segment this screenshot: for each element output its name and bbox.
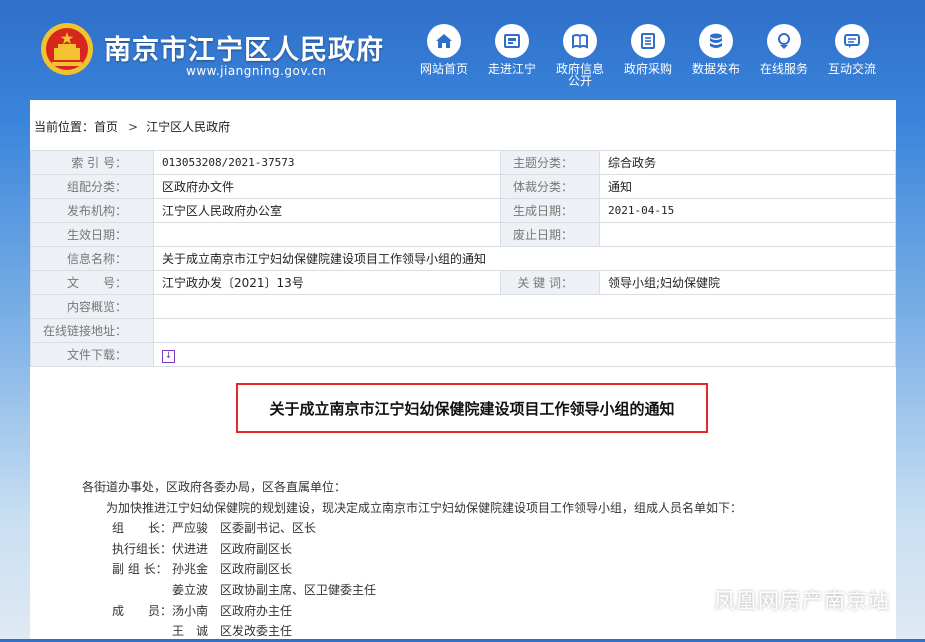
abolish-date-value bbox=[599, 222, 896, 247]
member-role: 副 组 长： bbox=[112, 562, 168, 577]
nav-label: 数据发布 bbox=[691, 62, 740, 76]
member-row: 执行组长：伏进进 区政府副区长 bbox=[82, 539, 742, 560]
member-name: 孙兆金 区政府副区长 bbox=[172, 562, 293, 577]
online-link-label: 在线链接地址： bbox=[30, 318, 154, 343]
genre-label: 体裁分类： bbox=[500, 174, 600, 199]
breadcrumb-prefix: 当前位置： bbox=[34, 120, 95, 134]
member-name: 姜立波 区政协副主席、区卫健委主任 bbox=[172, 582, 377, 597]
member-row: 副 组 长： 孙兆金 区政府副区长 bbox=[82, 559, 742, 580]
member-row: 组 长：严应骏 区委副书记、区长 bbox=[82, 518, 742, 539]
wechat-icon bbox=[676, 589, 706, 611]
nav-item-home[interactable]: 网站首页 bbox=[410, 24, 478, 75]
keyword-value: 领导小组;妇幼保健院 bbox=[599, 270, 896, 295]
document-metadata-table: 索 引 号： 013053208/2021-37573 主题分类： 综合政务 组… bbox=[30, 150, 896, 367]
keyword-label: 关 键 词： bbox=[500, 270, 600, 295]
topic-value: 综合政务 bbox=[599, 150, 896, 175]
online-link-value[interactable] bbox=[153, 318, 896, 343]
breadcrumb-home[interactable]: 首页 bbox=[94, 118, 118, 135]
group-label: 组配分类： bbox=[30, 174, 154, 199]
effective-date-label: 生效日期： bbox=[30, 222, 154, 247]
watermark: 凤凰网房产南京站 bbox=[676, 585, 890, 615]
main-nav: 网站首页 走进江宁 政府信息公开 政府采购 数据发布 在线服务 互动交流 bbox=[410, 24, 890, 94]
summary-label: 内容概览： bbox=[30, 294, 154, 319]
date-label: 生成日期： bbox=[500, 198, 600, 223]
info-name-label: 信息名称： bbox=[30, 246, 154, 271]
table-row: 文 号： 江宁政办发〔2021〕13号 关 键 词： 领导小组;妇幼保健院 bbox=[30, 270, 896, 295]
nav-item-procurement[interactable]: 政府采购 bbox=[614, 24, 682, 75]
effective-date-value bbox=[153, 222, 501, 247]
member-role: 组 长： bbox=[112, 521, 173, 536]
table-row: 文件下载： ↓ bbox=[30, 342, 896, 367]
breadcrumb-current[interactable]: 江宁区人民政府 bbox=[146, 118, 230, 135]
member-name: 汤小南 区政府办主任 bbox=[172, 603, 293, 618]
genre-value: 通知 bbox=[599, 174, 896, 199]
list-icon bbox=[631, 24, 665, 58]
table-row: 内容概览： bbox=[30, 294, 896, 319]
site-header: 南京市江宁区人民政府 www.jiangning.gov.cn 网站首页 走进江… bbox=[0, 0, 925, 98]
watermark-text: 凤凰网房产南京站 bbox=[714, 589, 890, 613]
download-icon[interactable]: ↓ bbox=[162, 349, 175, 363]
site-title[interactable]: 南京市江宁区人民政府 bbox=[104, 28, 384, 67]
member-row: 姜立波 区政协副主席、区卫健委主任 bbox=[82, 580, 742, 601]
breadcrumb: 当前位置：首页 > 江宁区人民政府 bbox=[34, 118, 230, 135]
nav-label: 互动交流 bbox=[827, 62, 876, 76]
building-icon bbox=[495, 24, 529, 58]
info-name-value: 关于成立南京市江宁妇幼保健院建设项目工作领导小组的通知 bbox=[153, 246, 896, 271]
file-download-cell: ↓ bbox=[153, 342, 896, 367]
table-row: 信息名称： 关于成立南京市江宁妇幼保健院建设项目工作领导小组的通知 bbox=[30, 246, 896, 271]
nav-label: 走进江宁 bbox=[487, 62, 536, 76]
doc-number-label: 文 号： bbox=[30, 270, 154, 295]
doc-number-value: 江宁政办发〔2021〕13号 bbox=[153, 270, 501, 295]
content-panel: 当前位置：首页 > 江宁区人民政府 索 引 号： 013053208/2021-37… bbox=[30, 100, 896, 639]
site-url[interactable]: www.jiangning.gov.cn bbox=[186, 64, 327, 78]
table-row: 发布机构： 江宁区人民政府办公室 生成日期： 2021-04-15 bbox=[30, 198, 896, 223]
summary-value bbox=[153, 294, 896, 319]
group-value: 区政府办文件 bbox=[153, 174, 501, 199]
issuer-label: 发布机构： bbox=[30, 198, 154, 223]
member-role: 成 员： bbox=[112, 603, 173, 618]
nav-item-online-service[interactable]: 在线服务 bbox=[750, 24, 818, 75]
breadcrumb-separator: > bbox=[128, 120, 139, 134]
member-row: 成 员：汤小南 区政府办主任 bbox=[82, 601, 742, 622]
index-value: 013053208/2021-37573 bbox=[153, 150, 501, 175]
topic-label: 主题分类： bbox=[500, 150, 600, 175]
nav-label: 网站首页 bbox=[419, 62, 468, 76]
nav-label: 政府信息公开 bbox=[555, 62, 604, 88]
notice-intro: 为加快推进江宁妇幼保健院的规划建设，现决定成立南京市江宁妇幼保健院建设项目工作领… bbox=[106, 500, 743, 515]
nav-label: 政府采购 bbox=[623, 62, 672, 76]
notice-body: 各街道办事处，区政府各委办局，区各直属单位： 为加快推进江宁妇幼保健院的规划建设… bbox=[82, 477, 742, 642]
member-role: 执行组长： bbox=[112, 541, 173, 556]
book-icon bbox=[563, 24, 597, 58]
nav-label: 在线服务 bbox=[759, 62, 808, 76]
issuer-value: 江宁区人民政府办公室 bbox=[153, 198, 501, 223]
nav-item-about[interactable]: 走进江宁 bbox=[478, 24, 546, 75]
file-download-label: 文件下载： bbox=[30, 342, 154, 367]
home-icon bbox=[427, 24, 461, 58]
table-row: 在线链接地址： bbox=[30, 318, 896, 343]
member-name: 严应骏 区委副书记、区长 bbox=[172, 521, 317, 536]
database-icon bbox=[699, 24, 733, 58]
chat-icon bbox=[835, 24, 869, 58]
table-row: 生效日期： 废止日期： bbox=[30, 222, 896, 247]
table-row: 组配分类： 区政府办文件 体裁分类： 通知 bbox=[30, 174, 896, 199]
member-name: 伏进进 区政府副区长 bbox=[172, 541, 293, 556]
nav-item-data[interactable]: 数据发布 bbox=[682, 24, 750, 75]
nav-item-interaction[interactable]: 互动交流 bbox=[818, 24, 886, 75]
index-label: 索 引 号： bbox=[30, 150, 154, 175]
date-value: 2021-04-15 bbox=[599, 198, 896, 223]
national-emblem-icon bbox=[41, 23, 93, 75]
notice-title: 关于成立南京市江宁妇幼保健院建设项目工作领导小组的通知 bbox=[236, 383, 708, 433]
table-row: 索 引 号： 013053208/2021-37573 主题分类： 综合政务 bbox=[30, 150, 896, 175]
notice-salutation: 各街道办事处，区政府各委办局，区各直属单位： bbox=[82, 480, 347, 494]
service-icon bbox=[767, 24, 801, 58]
abolish-date-label: 废止日期： bbox=[500, 222, 600, 247]
nav-item-info-disclosure[interactable]: 政府信息公开 bbox=[546, 24, 614, 87]
